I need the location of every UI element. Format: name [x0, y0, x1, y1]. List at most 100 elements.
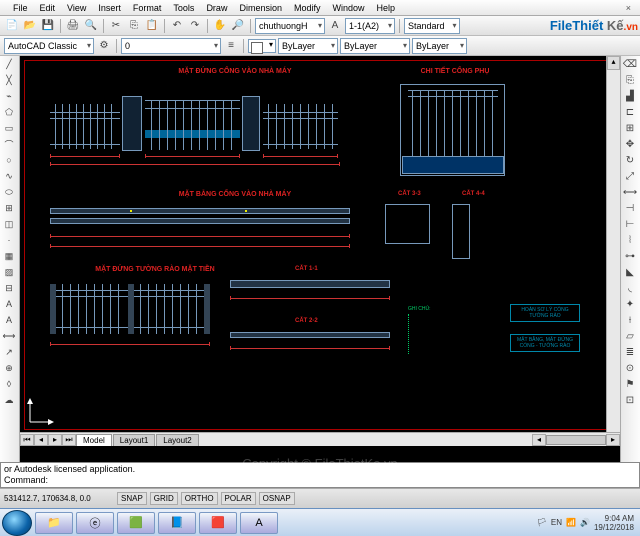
ortho-toggle[interactable]: ORTHO	[181, 492, 218, 505]
trim-icon[interactable]: ⊣	[621, 200, 639, 216]
hscroll-thumb[interactable]	[546, 435, 606, 445]
plotstyle-dropdown[interactable]: ByLayer	[412, 38, 467, 54]
menu-file[interactable]: File	[8, 2, 33, 14]
lineweight-dropdown[interactable]: ByLayer	[340, 38, 410, 54]
undo-icon[interactable]: ↶	[169, 18, 185, 34]
revcloud-icon[interactable]: ☁	[0, 392, 18, 408]
tab-layout2[interactable]: Layout2	[156, 434, 198, 446]
tab-prev-icon[interactable]: ◂	[34, 434, 48, 446]
circle-icon[interactable]: ○	[0, 152, 18, 168]
stretch-icon[interactable]: ⟷	[621, 184, 639, 200]
tray-lang[interactable]: EN	[551, 518, 562, 527]
color-swatch[interactable]	[248, 39, 276, 53]
polar-toggle[interactable]: POLAR	[221, 492, 256, 505]
menu-format[interactable]: Format	[128, 2, 167, 14]
tray-flag-icon[interactable]: 🏳	[537, 518, 547, 527]
task-app2-icon[interactable]: 📘	[158, 512, 196, 534]
linetype-dropdown[interactable]: ByLayer	[278, 38, 338, 54]
block-icon[interactable]: ◫	[0, 216, 18, 232]
menu-dimension[interactable]: Dimension	[234, 2, 287, 14]
paste-icon[interactable]: 📋	[144, 18, 160, 34]
erase-icon[interactable]: ⌫	[621, 56, 639, 72]
dimstyle-dropdown[interactable]: 1-1(A2)	[345, 18, 395, 34]
hatch-icon[interactable]: ▦	[0, 248, 18, 264]
leader-icon[interactable]: ↗	[0, 344, 18, 360]
menu-window[interactable]: Window	[328, 2, 370, 14]
scroll-right-icon[interactable]: ▸	[606, 434, 620, 446]
open-icon[interactable]: 📂	[22, 18, 38, 34]
save-icon[interactable]: 💾	[40, 18, 56, 34]
workspace-dropdown[interactable]: AutoCAD Classic	[4, 38, 94, 54]
tab-next-icon[interactable]: ▸	[48, 434, 62, 446]
table-icon[interactable]: ⊟	[0, 280, 18, 296]
insert-icon[interactable]: ⊞	[0, 200, 18, 216]
xline-icon[interactable]: ╳	[0, 72, 18, 88]
spline-icon[interactable]: ∿	[0, 168, 18, 184]
break-icon[interactable]: ⦚	[621, 232, 639, 248]
tablestyle-dropdown[interactable]: Standard	[404, 18, 460, 34]
line-icon[interactable]: ╱	[0, 56, 18, 72]
tray-net-icon[interactable]: 📶	[566, 518, 576, 527]
copy2-icon[interactable]: ⎘	[621, 72, 639, 88]
offset-icon[interactable]: ⊏	[621, 104, 639, 120]
id-icon[interactable]: ⊙	[621, 360, 639, 376]
menu-draw[interactable]: Draw	[201, 2, 232, 14]
copy-icon[interactable]: ⎘	[126, 18, 142, 34]
task-autocad-icon[interactable]: A	[240, 512, 278, 534]
pline-icon[interactable]: ⌁	[0, 88, 18, 104]
task-app1-icon[interactable]: 🟩	[117, 512, 155, 534]
redo-icon[interactable]: ↷	[187, 18, 203, 34]
start-orb-icon[interactable]	[2, 510, 32, 536]
cut-icon[interactable]: ✂	[108, 18, 124, 34]
arc-icon[interactable]: ⌒	[0, 136, 18, 152]
doc-close-icon[interactable]: ×	[621, 2, 636, 14]
menu-tools[interactable]: Tools	[168, 2, 199, 14]
scroll-left-icon[interactable]: ◂	[532, 434, 546, 446]
mtext-icon[interactable]: Α	[0, 312, 18, 328]
task-explorer-icon[interactable]: 📁	[35, 512, 73, 534]
textstyle-icon[interactable]: A	[327, 18, 343, 34]
layer-manager-icon[interactable]: ≡	[223, 38, 239, 54]
menu-help[interactable]: Help	[372, 2, 401, 14]
explode-icon[interactable]: ✦	[621, 296, 639, 312]
tab-last-icon[interactable]: ⏭	[62, 434, 76, 446]
tab-layout1[interactable]: Layout1	[113, 434, 155, 446]
calc-icon[interactable]: ⊡	[621, 392, 639, 408]
dim-icon[interactable]: ⟷	[0, 328, 18, 344]
rotate-icon[interactable]: ↻	[621, 152, 639, 168]
fillet-icon[interactable]: ◟	[621, 280, 639, 296]
tab-model[interactable]: Model	[76, 434, 112, 446]
point-icon[interactable]: ·	[0, 232, 18, 248]
qselect-icon[interactable]: ⚑	[621, 376, 639, 392]
vscrollbar[interactable]: ▴ ▾	[606, 56, 620, 446]
snap-toggle[interactable]: SNAP	[117, 492, 147, 505]
zoom-icon[interactable]: 🔎	[230, 18, 246, 34]
join-icon[interactable]: ⊶	[621, 248, 639, 264]
tab-first-icon[interactable]: ⏮	[20, 434, 34, 446]
drawing-canvas[interactable]: MẶT ĐỨNG CỔNG VÀO NHÀ MÁY CHI TIẾT CỔNG …	[20, 56, 620, 462]
menu-edit[interactable]: Edit	[35, 2, 61, 14]
rectangle-icon[interactable]: ▭	[0, 120, 18, 136]
textstyle-dropdown[interactable]: chuthuongH	[255, 18, 325, 34]
workspace-gear-icon[interactable]: ⚙	[96, 38, 112, 54]
plot-icon[interactable]: 🖨	[65, 18, 81, 34]
dist-icon[interactable]: ⟊	[621, 312, 639, 328]
region-icon[interactable]: ▨	[0, 264, 18, 280]
osnap-toggle[interactable]: OSNAP	[259, 492, 295, 505]
scroll-up-icon[interactable]: ▴	[607, 56, 620, 70]
polygon-icon[interactable]: ⬠	[0, 104, 18, 120]
scale-icon[interactable]: ⤢	[621, 168, 639, 184]
text-icon[interactable]: A	[0, 296, 18, 312]
move-icon[interactable]: ✥	[621, 136, 639, 152]
task-app3-icon[interactable]: 🟥	[199, 512, 237, 534]
tray-time[interactable]: 9:04 AM	[594, 514, 634, 523]
extend-icon[interactable]: ⊢	[621, 216, 639, 232]
preview-icon[interactable]: 🔍	[83, 18, 99, 34]
layer-dropdown[interactable]: 0	[121, 38, 221, 54]
area-icon[interactable]: ▱	[621, 328, 639, 344]
tolerance-icon[interactable]: ⊕	[0, 360, 18, 376]
array-icon[interactable]: ⊞	[621, 120, 639, 136]
list-icon[interactable]: ≣	[621, 344, 639, 360]
command-window[interactable]: or Autodesk licensed application. Comman…	[0, 462, 640, 488]
menu-modify[interactable]: Modify	[289, 2, 326, 14]
